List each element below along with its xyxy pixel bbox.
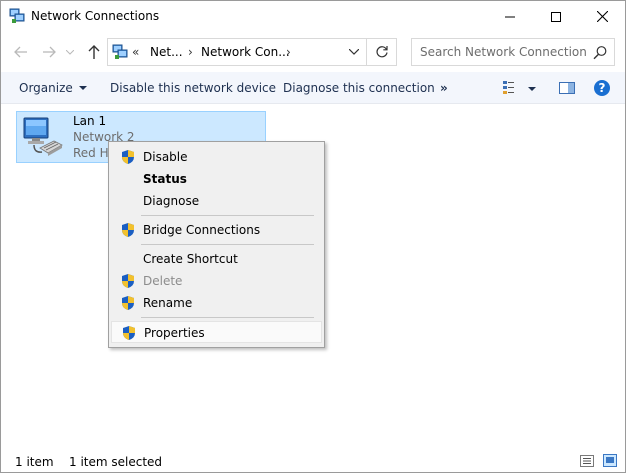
- menu-item-delete: Delete: [111, 270, 322, 292]
- search-box[interactable]: [411, 38, 615, 66]
- status-bar: 1 item 1 item selected: [1, 450, 625, 472]
- organize-button[interactable]: Organize: [19, 81, 87, 95]
- refresh-icon: [376, 46, 388, 58]
- help-icon: ?: [594, 80, 610, 96]
- uac-shield-icon: [120, 149, 136, 165]
- arrow-left-icon: [14, 46, 27, 58]
- network-adapter-icon: [20, 115, 66, 159]
- minimize-icon: [505, 16, 515, 17]
- address-overflow-button[interactable]: «: [132, 45, 139, 59]
- view-options-icon: [503, 81, 536, 94]
- search-input[interactable]: [420, 44, 586, 60]
- arrow-right-icon: [43, 46, 56, 58]
- close-icon: [596, 11, 608, 22]
- menu-item-status[interactable]: Status: [111, 168, 322, 190]
- caret-down-icon: [78, 86, 87, 90]
- preview-pane-button[interactable]: [558, 80, 576, 96]
- window-title: Network Connections: [31, 9, 160, 23]
- minimize-button[interactable]: [487, 1, 533, 32]
- refresh-button[interactable]: [367, 38, 397, 66]
- address-bar[interactable]: « Net... › Network Con... ›: [107, 38, 367, 66]
- network-connections-icon: [112, 44, 128, 60]
- svg-text:?: ?: [599, 81, 606, 95]
- menu-separator: [141, 215, 314, 216]
- diagnose-connection-button[interactable]: Diagnose this connection: [283, 81, 435, 95]
- disable-device-button[interactable]: Disable this network device: [110, 81, 276, 95]
- details-view-button[interactable]: [580, 455, 594, 467]
- large-icons-view-icon: [603, 454, 617, 467]
- menu-item-diagnose[interactable]: Diagnose: [111, 190, 322, 212]
- maximize-icon: [551, 11, 561, 22]
- menu-separator: [141, 244, 314, 245]
- selection-count: 1 item selected: [69, 455, 163, 469]
- search-icon[interactable]: [592, 45, 608, 61]
- more-commands-button[interactable]: »: [440, 81, 448, 95]
- menu-item-disable[interactable]: Disable: [111, 146, 322, 168]
- recent-locations-button[interactable]: [63, 42, 77, 62]
- chevron-right-icon[interactable]: ›: [286, 45, 291, 59]
- uac-shield-icon: [120, 295, 136, 311]
- back-button[interactable]: [11, 42, 31, 62]
- command-bar: Organize Disable this network device Dia…: [1, 72, 625, 104]
- connection-name: Lan 1: [73, 114, 107, 128]
- large-icons-view-button[interactable]: [603, 454, 617, 467]
- preview-pane-icon: [559, 82, 575, 94]
- address-segment-parent[interactable]: Net...: [150, 45, 183, 59]
- up-button[interactable]: [84, 42, 104, 62]
- item-count: 1 item: [15, 455, 54, 469]
- menu-item-properties[interactable]: Properties: [111, 321, 322, 343]
- context-menu: Disable Status Diagnose Bridge Connectio…: [108, 141, 325, 348]
- uac-shield-icon: [120, 273, 136, 289]
- close-button[interactable]: [579, 1, 625, 32]
- title-bar: Network Connections: [1, 1, 625, 32]
- menu-item-rename[interactable]: Rename: [111, 292, 322, 314]
- arrow-up-icon: [88, 45, 100, 59]
- details-view-icon: [580, 455, 594, 467]
- address-row: « Net... › Network Con... ›: [1, 32, 625, 71]
- network-connections-icon: [9, 8, 25, 24]
- forward-button[interactable]: [39, 42, 59, 62]
- chevron-down-icon: [66, 49, 74, 55]
- address-history-button[interactable]: [344, 43, 364, 61]
- menu-separator: [141, 317, 314, 318]
- explorer-window: Network Connections « Net... › Network C…: [0, 0, 626, 473]
- change-view-button[interactable]: [501, 80, 541, 96]
- uac-shield-icon: [120, 222, 136, 238]
- help-button[interactable]: ?: [593, 79, 611, 97]
- maximize-button[interactable]: [533, 1, 579, 32]
- uac-shield-icon: [121, 325, 137, 341]
- chevron-right-icon[interactable]: ›: [188, 45, 193, 59]
- address-segment-current[interactable]: Network Con...: [201, 45, 290, 59]
- menu-item-create-shortcut[interactable]: Create Shortcut: [111, 248, 322, 270]
- chevron-down-icon: [349, 49, 359, 55]
- menu-item-bridge-connections[interactable]: Bridge Connections: [111, 219, 322, 241]
